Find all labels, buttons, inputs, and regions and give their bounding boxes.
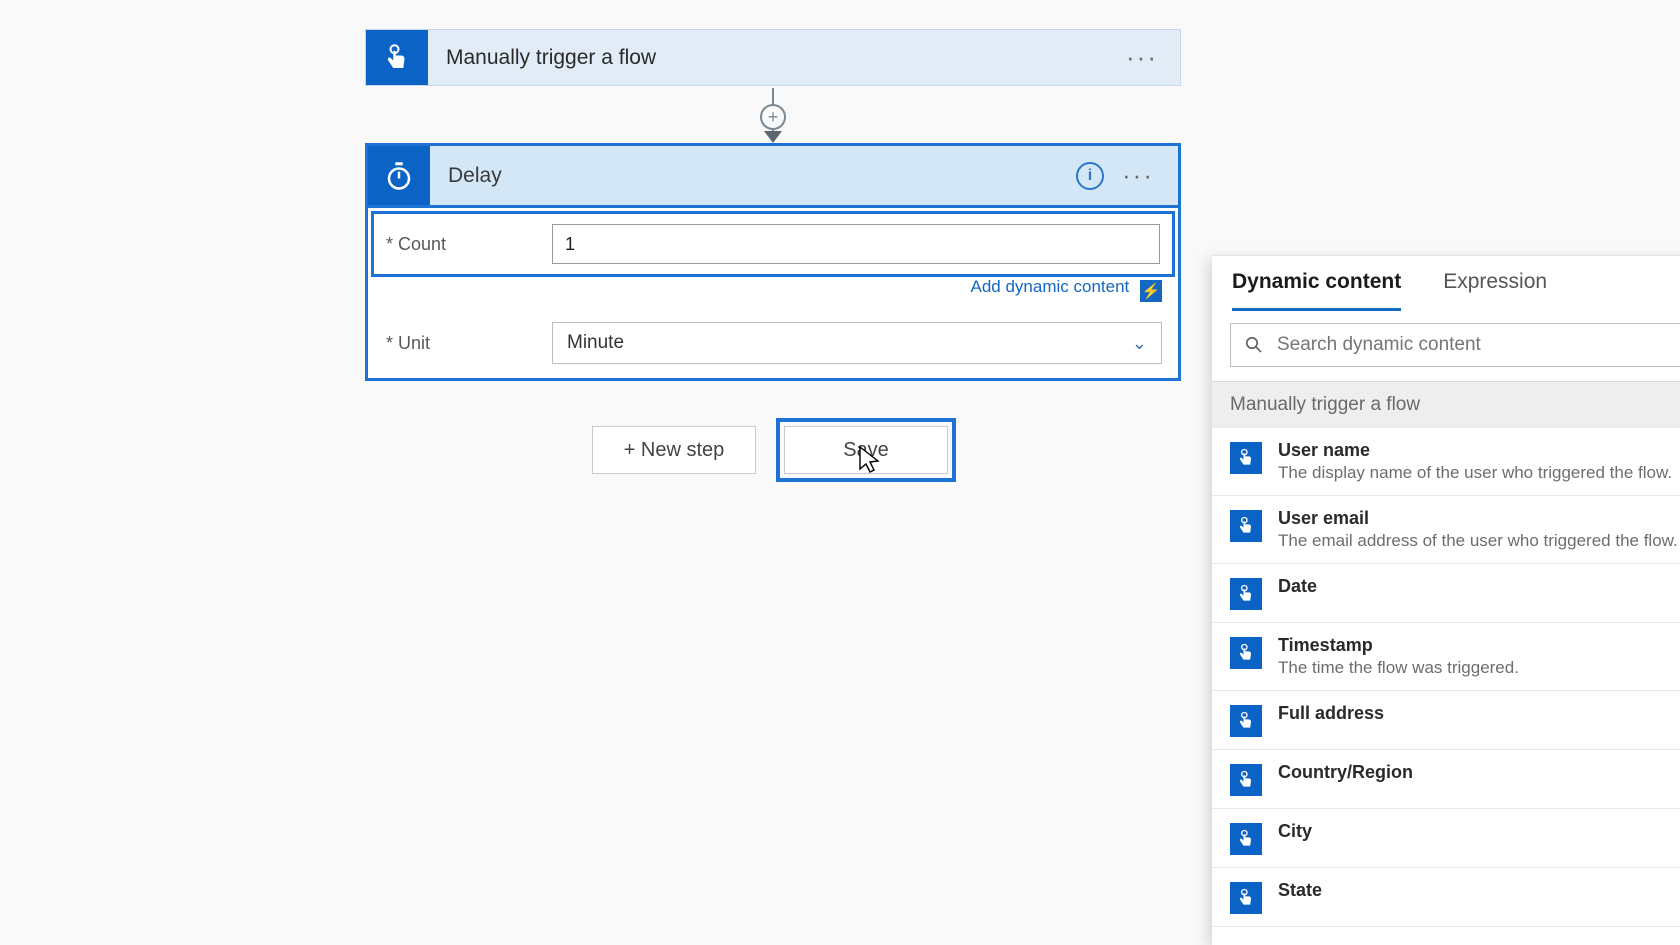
- unit-label: * Unit: [386, 333, 552, 354]
- dynamic-item-desc: The display name of the user who trigger…: [1278, 463, 1672, 483]
- delay-header[interactable]: Delay i ···: [368, 146, 1178, 208]
- dynamic-item-title: Date: [1278, 576, 1317, 597]
- unit-value: Minute: [567, 332, 624, 354]
- trigger-touch-icon: [1230, 578, 1262, 610]
- add-dynamic-content-label: Add dynamic content: [971, 277, 1130, 296]
- dynamic-item[interactable]: City: [1212, 809, 1680, 868]
- trigger-touch-icon: [1230, 764, 1262, 796]
- add-step-between-icon[interactable]: +: [760, 104, 786, 130]
- delay-card: Delay i ··· * Count Add dynamic content …: [365, 143, 1181, 381]
- dynamic-item[interactable]: User emailThe email address of the user …: [1212, 496, 1680, 564]
- dynamic-search-input[interactable]: [1277, 334, 1680, 356]
- footer-buttons: + New step Save: [592, 418, 956, 482]
- search-icon: [1245, 336, 1263, 354]
- dynamic-search[interactable]: [1230, 323, 1680, 367]
- info-icon[interactable]: i: [1076, 162, 1104, 190]
- dynamic-item-list: User nameThe display name of the user wh…: [1212, 428, 1680, 927]
- chevron-down-icon: ⌄: [1132, 333, 1147, 354]
- unit-select[interactable]: Minute ⌄: [552, 322, 1162, 364]
- trigger-touch-icon: [1230, 823, 1262, 855]
- dynamic-item[interactable]: Date: [1212, 564, 1680, 623]
- trigger-touch-icon: [1230, 705, 1262, 737]
- count-label: * Count: [386, 234, 552, 255]
- dynamic-item-title: Timestamp: [1278, 635, 1519, 656]
- tab-expression[interactable]: Expression: [1443, 270, 1547, 311]
- dynamic-content-panel: Dynamic content Expression Manually trig…: [1212, 255, 1680, 945]
- delay-stopwatch-icon: [368, 146, 430, 205]
- dynamic-item-title: City: [1278, 821, 1312, 842]
- trigger-touch-icon: [1230, 882, 1262, 914]
- dynamic-item-title: State: [1278, 880, 1322, 901]
- count-row: * Count: [371, 211, 1175, 277]
- dynamic-item[interactable]: TimestampThe time the flow was triggered…: [1212, 623, 1680, 691]
- unit-row: * Unit Minute ⌄: [368, 308, 1178, 378]
- dynamic-item-desc: The email address of the user who trigge…: [1278, 531, 1678, 551]
- dynamic-item-title: User email: [1278, 508, 1678, 529]
- dynamic-item[interactable]: Full address: [1212, 691, 1680, 750]
- dynamic-item[interactable]: Country/Region: [1212, 750, 1680, 809]
- count-input[interactable]: [552, 224, 1160, 264]
- new-step-button[interactable]: + New step: [592, 426, 756, 474]
- trigger-card[interactable]: Manually trigger a flow ···: [365, 29, 1181, 86]
- connector: +: [763, 86, 783, 143]
- save-highlight: Save: [776, 418, 956, 482]
- delay-title: Delay: [448, 164, 502, 188]
- trigger-touch-icon: [366, 30, 428, 85]
- tab-dynamic-content[interactable]: Dynamic content: [1232, 270, 1401, 311]
- dynamic-item-title: Full address: [1278, 703, 1384, 724]
- add-dynamic-content-link[interactable]: Add dynamic content ⚡: [368, 277, 1178, 308]
- dynamic-group-header: Manually trigger a flow: [1212, 382, 1680, 428]
- dynamic-tabs: Dynamic content Expression: [1212, 256, 1680, 311]
- dynamic-item-title: User name: [1278, 440, 1672, 461]
- dynamic-item-desc: The time the flow was triggered.: [1278, 658, 1519, 678]
- trigger-touch-icon: [1230, 637, 1262, 669]
- dynamic-item[interactable]: User nameThe display name of the user wh…: [1212, 428, 1680, 496]
- dynamic-item-title: Country/Region: [1278, 762, 1413, 783]
- trigger-more-icon[interactable]: ···: [1126, 42, 1158, 73]
- trigger-title: Manually trigger a flow: [446, 46, 656, 70]
- dynamic-item[interactable]: State: [1212, 868, 1680, 927]
- save-button[interactable]: Save: [784, 426, 948, 474]
- add-dynamic-content-icon: ⚡: [1140, 280, 1162, 302]
- trigger-touch-icon: [1230, 442, 1262, 474]
- delay-more-icon[interactable]: ···: [1122, 160, 1154, 191]
- trigger-touch-icon: [1230, 510, 1262, 542]
